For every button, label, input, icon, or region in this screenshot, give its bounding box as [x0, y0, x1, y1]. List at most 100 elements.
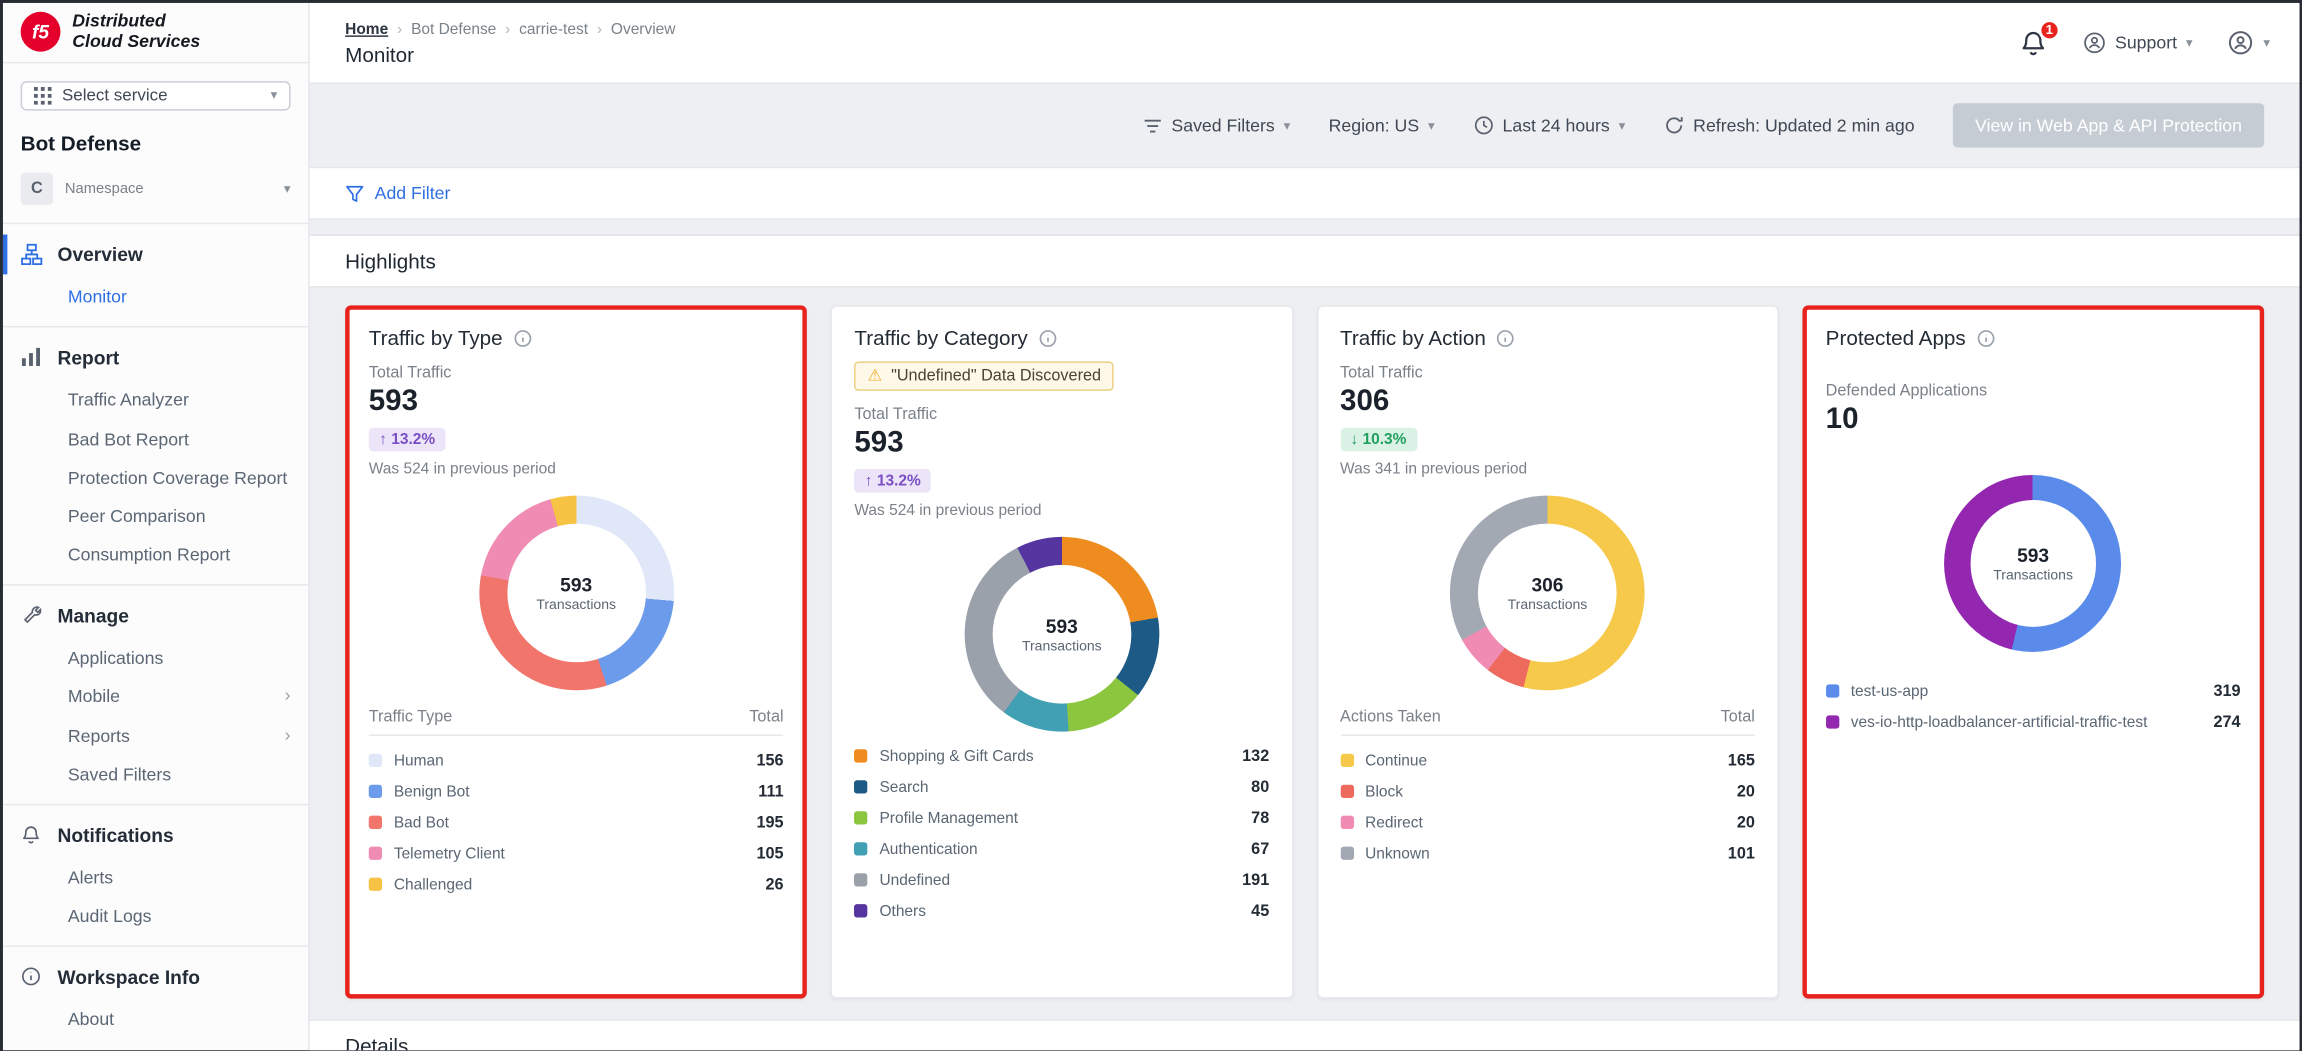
legend-item[interactable]: Continue165 [1340, 745, 1755, 776]
nav-item-peer-comparison[interactable]: Peer Comparison [3, 497, 308, 536]
highlights-header: Highlights [310, 235, 2300, 288]
workspace-icon [21, 967, 43, 989]
legend-item[interactable]: test-us-app319 [1826, 676, 2241, 707]
refresh-button[interactable]: Refresh: Updated 2 min ago [1664, 115, 1915, 136]
nav-item-monitor[interactable]: Monitor [3, 278, 308, 317]
legend-label: Block [1365, 782, 1725, 800]
nav-section-report[interactable]: Report [3, 335, 308, 381]
nav-section-workspace-info[interactable]: Workspace Info [3, 955, 308, 1001]
account-icon [2228, 30, 2255, 57]
nav-item-reports[interactable]: Reports› [3, 716, 308, 755]
chevron-down-icon: ▾ [2263, 36, 2270, 49]
support-menu[interactable]: Support ▾ [2083, 31, 2193, 55]
legend-item[interactable]: Profile Management78 [854, 802, 1269, 833]
legend-swatch [1340, 816, 1353, 829]
legend-item[interactable]: Authentication67 [854, 833, 1269, 864]
legend-item[interactable]: Unknown101 [1340, 838, 1755, 869]
add-filter-link[interactable]: Add Filter [375, 183, 451, 204]
donut-center-value: 593 [560, 573, 592, 595]
legend-item[interactable]: ves-io-http-loadbalancer-artificial-traf… [1826, 707, 2241, 738]
legend-value: 274 [2213, 713, 2240, 731]
donut-chart[interactable]: 593 Transactions [479, 496, 674, 691]
breadcrumb: Home›Bot Defense›carrie-test›Overview [345, 20, 675, 38]
metric-label: Total Traffic [369, 364, 784, 382]
nav-section-notifications[interactable]: Notifications [3, 813, 308, 859]
legend-value: 165 [1728, 752, 1755, 770]
legend-item[interactable]: Shopping & Gift Cards132 [854, 740, 1269, 771]
overview-icon [21, 244, 43, 266]
legend-item[interactable]: Benign Bot111 [369, 776, 784, 807]
sidebar: f5 Distributed Cloud Services Select ser… [3, 3, 310, 1050]
legend-item[interactable]: Bad Bot195 [369, 807, 784, 838]
legend-swatch [369, 847, 382, 860]
legend-value: 45 [1251, 902, 1269, 920]
info-icon[interactable] [1496, 328, 1515, 347]
legend-label: ves-io-http-loadbalancer-artificial-traf… [1851, 713, 2202, 731]
app-root: f5 Distributed Cloud Services Select ser… [0, 0, 2302, 1051]
previous-period-text: Was 524 in previous period [369, 460, 784, 478]
nav-item-consumption-report[interactable]: Consumption Report [3, 536, 308, 575]
delta-value: 13.2% [391, 431, 435, 449]
details-title: Details [345, 1034, 408, 1051]
info-icon[interactable] [513, 328, 532, 347]
select-service-dropdown[interactable]: Select service ▾ [21, 81, 291, 111]
select-service-label: Select service [62, 87, 168, 105]
nav-item-saved-filters[interactable]: Saved Filters [3, 755, 308, 794]
account-menu[interactable]: ▾ [2228, 30, 2270, 57]
donut-chart[interactable]: 593 Transactions [1945, 475, 2122, 652]
donut-chart[interactable]: 593 Transactions [964, 537, 1159, 732]
product-title: Bot Defense [3, 126, 308, 170]
card-protected-apps: Protected Apps Defended Applications 10 … [1802, 305, 2264, 998]
saved-filters-dropdown[interactable]: Saved Filters ▾ [1143, 115, 1290, 136]
metric-value: 306 [1340, 385, 1755, 419]
breadcrumb-bot-defense[interactable]: Bot Defense [411, 20, 496, 38]
region-dropdown[interactable]: Region: US ▾ [1329, 115, 1435, 136]
info-icon[interactable] [1038, 328, 1057, 347]
notifications-bell-button[interactable]: 1 [2019, 29, 2047, 57]
legend-item[interactable]: Search80 [854, 771, 1269, 802]
legend-item[interactable]: Telemetry Client105 [369, 838, 784, 869]
nav-item-protection-coverage-report[interactable]: Protection Coverage Report [3, 458, 308, 497]
chevron-down-icon: ▾ [1284, 119, 1291, 132]
legend-item[interactable]: Undefined191 [854, 864, 1269, 895]
logo[interactable]: f5 Distributed Cloud Services [3, 3, 308, 63]
support-label: Support [2115, 32, 2177, 53]
legend-item[interactable]: Redirect20 [1340, 807, 1755, 838]
view-in-waap-button[interactable]: View in Web App & API Protection [1953, 103, 2264, 147]
nav-item-alerts[interactable]: Alerts [3, 858, 308, 897]
legend-header-label: Traffic Type [369, 708, 453, 726]
legend-item[interactable]: Challenged26 [369, 869, 784, 900]
nav-item-audit-logs[interactable]: Audit Logs [3, 897, 308, 936]
legend-item[interactable]: Others45 [854, 895, 1269, 926]
legend-label: Human [394, 752, 745, 770]
legend-label: Challenged [394, 875, 754, 893]
breadcrumb-home[interactable]: Home [345, 20, 388, 38]
filter-lines-icon [1143, 117, 1162, 133]
legend-value: 20 [1737, 782, 1755, 800]
donut-chart[interactable]: 306 Transactions [1450, 496, 1645, 691]
nav-section-overview[interactable]: Overview [3, 232, 308, 278]
legend-swatch [369, 785, 382, 798]
legend-item[interactable]: Block 20 [1340, 776, 1755, 807]
card-title: Traffic by Category [854, 326, 1027, 350]
time-range-dropdown[interactable]: Last 24 hours ▾ [1473, 115, 1625, 136]
donut-hole: 593 Transactions [507, 524, 646, 663]
nav-item-mobile[interactable]: Mobile› [3, 678, 308, 717]
delta-arrow-icon: ↓ [1350, 431, 1358, 449]
info-icon[interactable] [1976, 328, 1995, 347]
legend-swatch [1340, 754, 1353, 767]
breadcrumb-carrie-test[interactable]: carrie-test [519, 20, 588, 38]
card-traffic-by-type: Traffic by Type Total Traffic 593 ↑ 13.2… [345, 305, 807, 998]
nav-item-label: Bad Bot Report [68, 427, 189, 451]
grid-icon [34, 87, 52, 105]
delta-badge: ↑ 13.2% [369, 428, 446, 452]
breadcrumb-overview[interactable]: Overview [611, 20, 676, 38]
nav-item-traffic-analyzer[interactable]: Traffic Analyzer [3, 381, 308, 420]
filter-bar: Add Filter [310, 167, 2300, 220]
namespace-selector[interactable]: C Namespace ▾ [3, 170, 308, 225]
legend-item[interactable]: Human156 [369, 745, 784, 776]
nav-item-about[interactable]: About [3, 1001, 308, 1040]
nav-section-manage[interactable]: Manage [3, 593, 308, 639]
nav-item-bad-bot-report[interactable]: Bad Bot Report [3, 420, 308, 459]
nav-item-applications[interactable]: Applications [3, 639, 308, 678]
